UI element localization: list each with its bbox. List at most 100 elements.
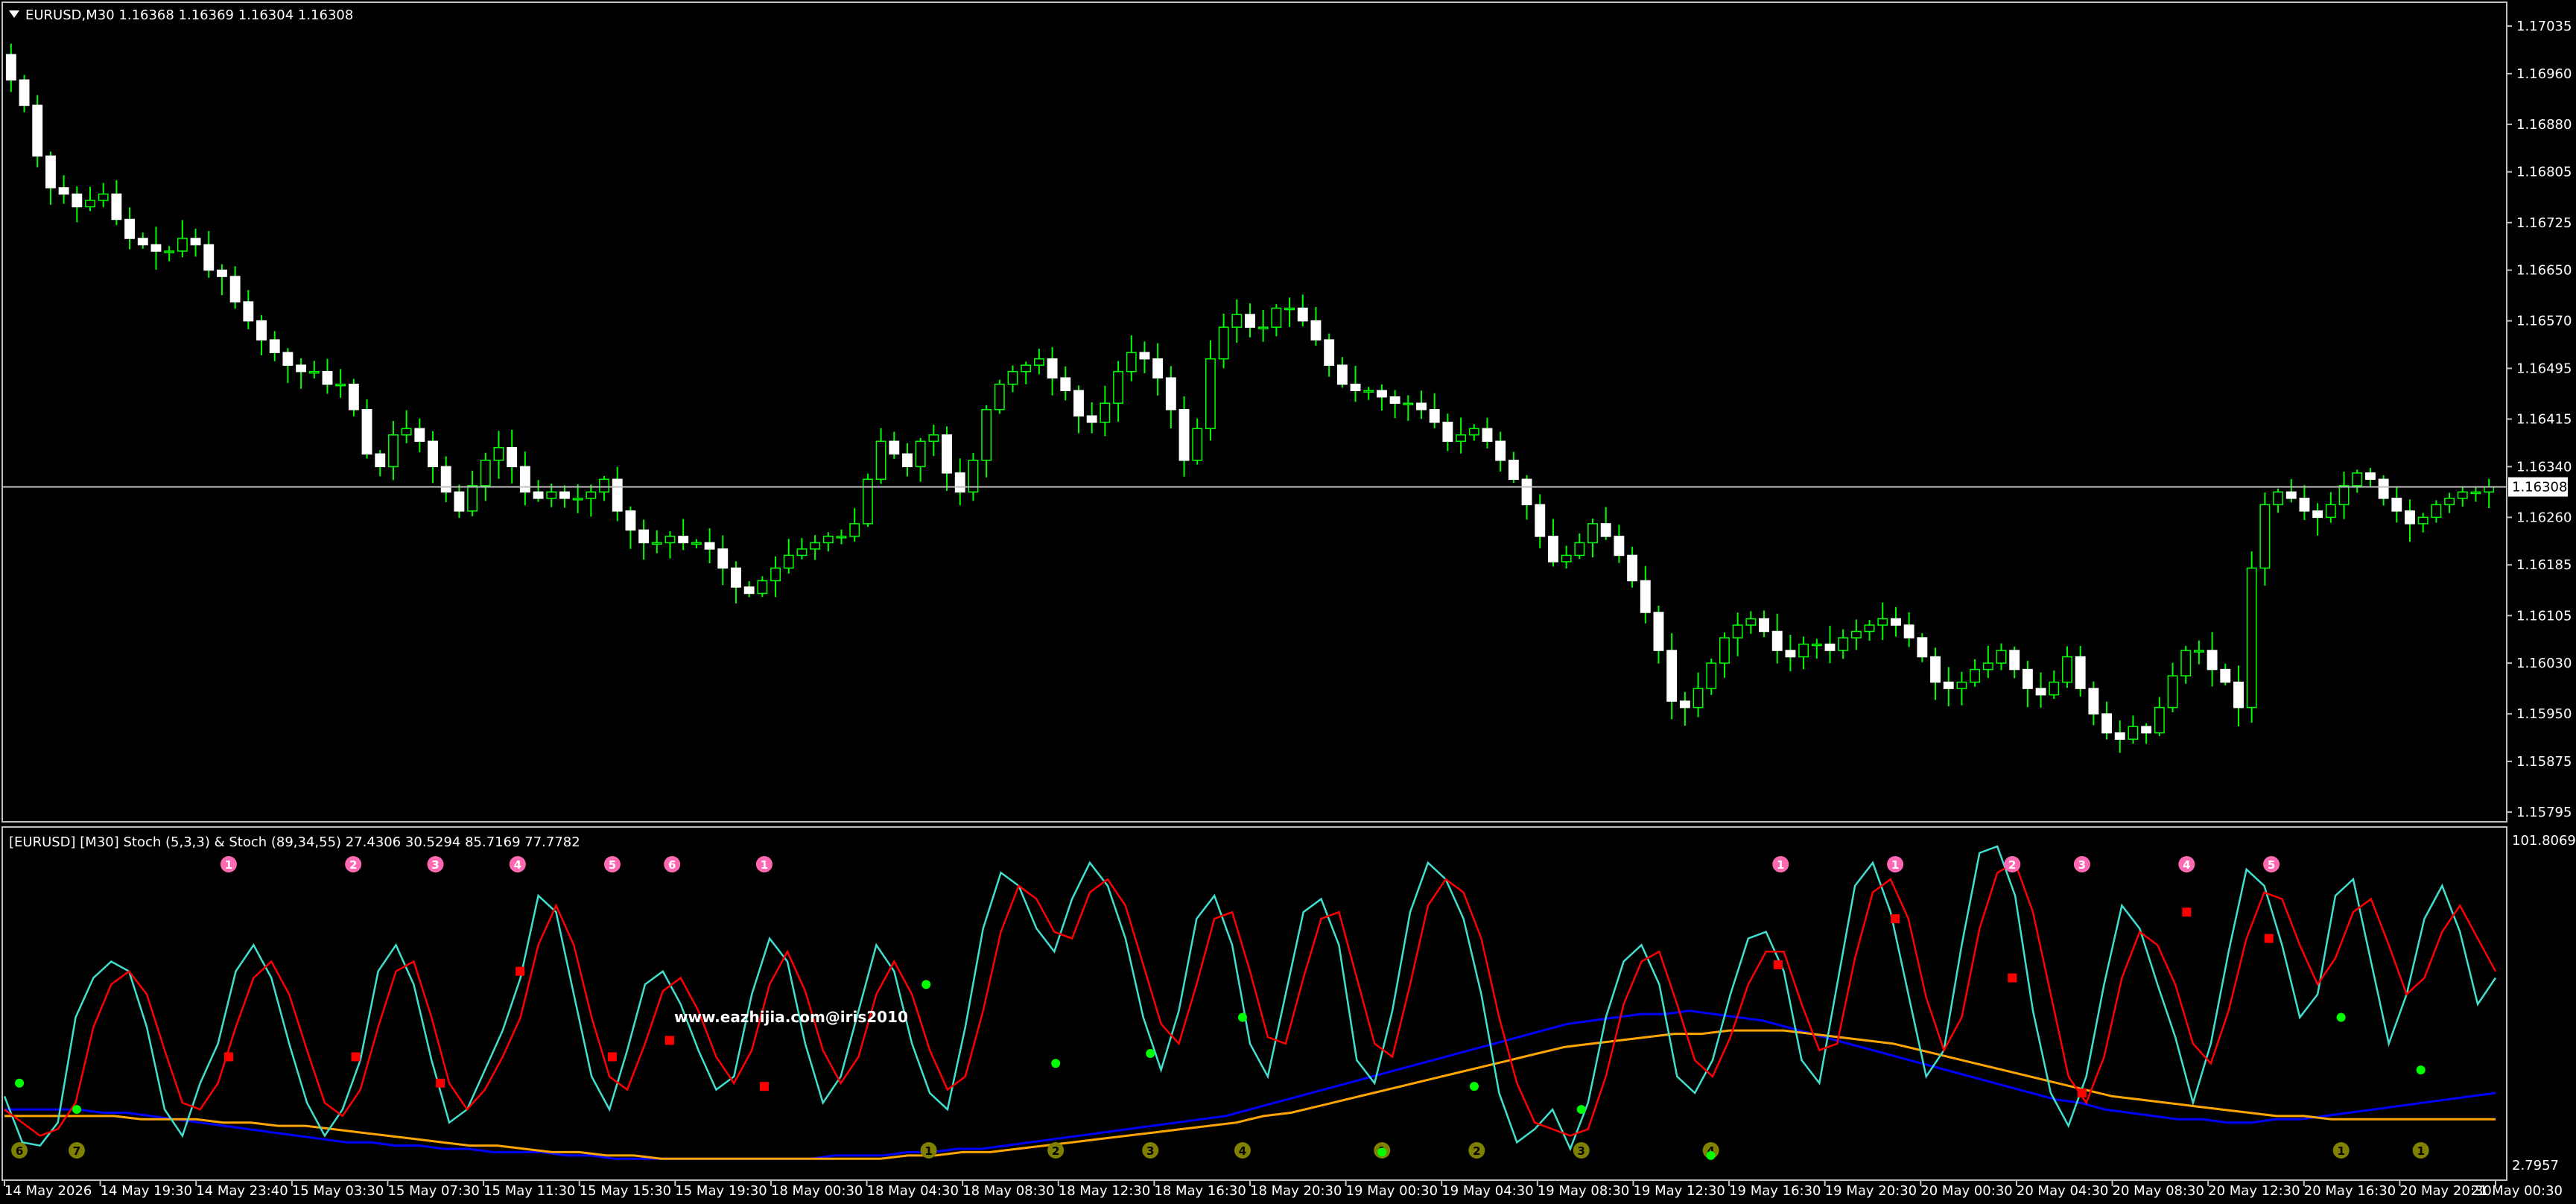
candle-body [902,453,913,468]
candle-body [1257,326,1269,329]
price-tick-label: 1.16805 [2516,165,2572,180]
candle-body [638,529,650,544]
time-tick-label: 15 May 15:30 [580,1183,671,1199]
time-tick-label: 21 May 00:30 [2471,1183,2563,1199]
candle-body [981,408,992,461]
candle-body [796,548,808,557]
price-tick-label: 1.16105 [2516,608,2572,624]
price-axis: 1.17035 1.16960 1.16880 1.16805 1.16725 1.166… [2507,19,2572,820]
candle-body [599,478,609,493]
candle-body [348,383,359,411]
candle-body [1442,422,1453,443]
candle-body [124,218,136,239]
candle-body [296,364,307,373]
red-square [1773,960,1783,969]
price-tick-label: 1.16495 [2516,361,2572,376]
candle-body [2141,726,2152,734]
candle-body [1073,390,1084,416]
candle-body [243,301,254,322]
candle-body [216,269,227,277]
time-tick-label: 14 May 23:40 [196,1183,288,1199]
candle-body [1495,440,1506,461]
candle-body [836,536,847,539]
candle-body [58,187,69,195]
pink-marker-label: 1 [1891,858,1899,872]
candle-body [1574,542,1585,557]
candle-body [85,200,95,208]
candle-body [2444,498,2455,506]
candle-body [308,370,320,374]
red-square [515,966,525,976]
price-tick-label: 1.17035 [2516,19,2572,34]
time-tick-label: 15 May 19:30 [675,1183,767,1199]
dropdown-arrow-icon[interactable] [9,10,19,18]
candle-body [770,567,781,582]
pink-marker-label: 1 [225,858,232,872]
candle-body [322,370,333,385]
candle-body [507,447,518,468]
candle-body [2417,516,2429,525]
candle-body [2457,491,2468,499]
candle-body [1389,396,1400,404]
candle-body [2035,688,2046,696]
time-tick-label: 18 May 04:30 [867,1183,959,1199]
candle-body [1614,536,1625,557]
candle-body [1350,383,1361,391]
time-axis: 14 May 2026 14 May 19:30 14 May 23:40 15 Ma… [4,1180,2563,1199]
red-square [607,1052,617,1062]
candle-body [889,440,900,455]
candle-body [915,440,926,468]
candle-body [1666,650,1678,702]
price-tick-label: 1.16185 [2516,557,2572,573]
candle-body [1719,637,1730,664]
olive-marker-label: 7 [73,1144,80,1158]
candle-body [928,434,939,443]
candle-body [2285,491,2297,499]
candle-body [1535,504,1546,537]
candle-body [401,428,412,436]
candle-body [1178,408,1190,461]
candle-body [1864,624,1875,633]
candle-body [2470,491,2481,495]
candle-body [2049,681,2060,696]
candle-body [1811,643,1822,647]
pink-marker-label: 6 [668,858,676,872]
candle-body [1732,624,1743,639]
candle-body [2101,713,2112,734]
time-tick-label: 14 May 19:30 [101,1183,192,1199]
candle-body [1086,415,1097,423]
candle-body [1205,358,1216,430]
candle-body [2154,706,2165,734]
red-square [2077,1088,2087,1097]
candle-body [1640,580,1651,613]
candle-body [32,104,43,157]
candle-body [1165,377,1176,411]
stoch-top-label: 101.8069 [2512,833,2576,849]
time-tick-label: 20 May 08:30 [2113,1183,2204,1199]
watermark-text: www.eazhijia.com@iris2010 [674,1008,908,1026]
candle-body [1482,428,1493,443]
candle-body [1824,643,1836,651]
candle-body [994,383,1005,411]
candle-body [1693,688,1704,709]
candle-body [414,428,425,443]
candle-body [1561,554,1572,563]
candle-body [1706,662,1717,689]
red-square [1891,914,1900,924]
candle-body [1917,637,1928,658]
olive-marker-label: 3 [1578,1144,1585,1158]
candle-body [572,498,583,501]
candle-body [875,440,886,481]
candle-body [177,238,188,252]
candle-body [2128,726,2139,740]
price-tick-label: 1.16260 [2516,510,2572,525]
candle-body [1403,402,1414,405]
candle-body [1218,326,1229,360]
candle-body [1679,700,1690,709]
time-tick-label: 19 May 04:30 [1441,1183,1533,1199]
olive-marker-label: 6 [16,1144,23,1158]
candle-body [2338,485,2350,506]
current-price-label: 1.16308 [2512,480,2567,495]
red-square [2182,907,2192,917]
candle-body [1126,352,1137,373]
